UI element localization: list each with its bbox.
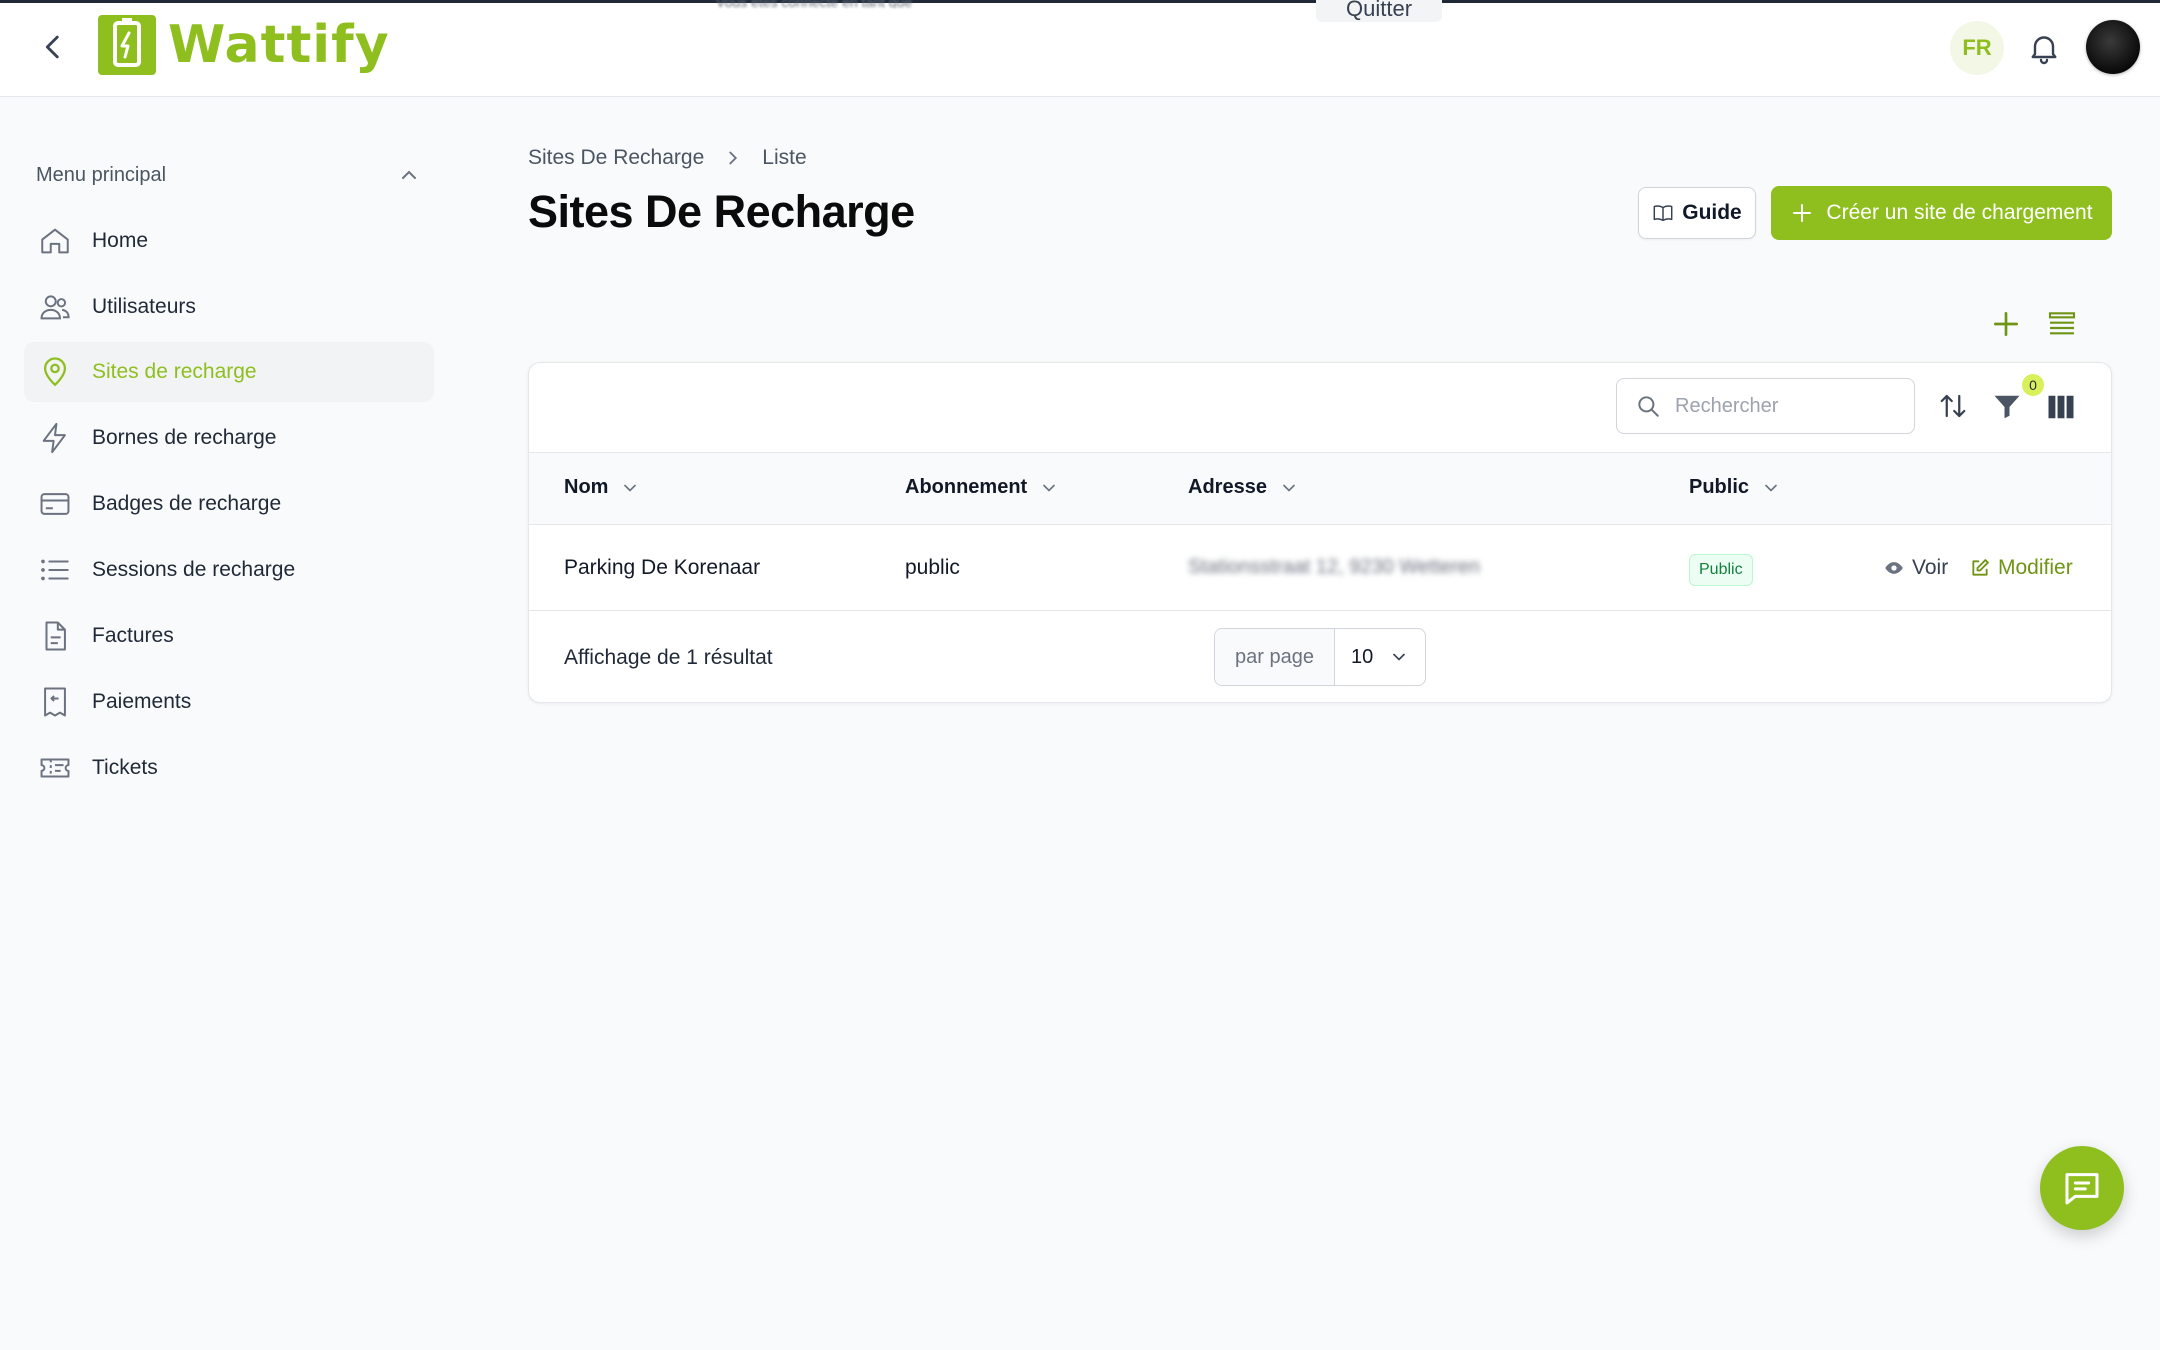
sidebar-item-label: Tickets (92, 756, 158, 779)
row-divider (529, 610, 2111, 611)
users-icon (40, 295, 70, 320)
chevron-down-icon (1393, 653, 1405, 661)
plus-icon (1793, 204, 1812, 222)
column-header-public[interactable]: Public (1689, 476, 1781, 499)
chat-button[interactable] (2040, 1146, 2124, 1230)
create-site-label: Créer un site de chargement (1826, 201, 2093, 224)
chevron-down-icon (1765, 484, 1777, 492)
sidebar-item-label: Paiements (92, 690, 192, 713)
breadcrumb-current: Liste (762, 146, 807, 169)
results-count: Affichage de 1 résultat (564, 646, 773, 669)
brand-logo[interactable]: Wattify (98, 14, 390, 76)
sidebar-item-sites[interactable]: Sites de recharge (24, 342, 434, 402)
plus-icon (1994, 312, 2018, 336)
quit-button[interactable]: Quitter (1316, 0, 1443, 22)
breadcrumb: Sites De Recharge Liste (528, 146, 807, 170)
cell-nom: Parking De Korenaar (564, 556, 761, 579)
page-title: Sites De Recharge (528, 186, 915, 237)
search-icon (1638, 396, 1659, 417)
bell-icon (2031, 36, 2057, 65)
card-icon (40, 493, 70, 515)
sidebar-item-label: Factures (92, 624, 174, 647)
sidebar-item-users[interactable]: Utilisateurs (24, 277, 434, 337)
document-icon (45, 621, 66, 651)
map-pin-icon (43, 357, 67, 387)
guide-button-label: Guide (1682, 201, 1742, 224)
edit-button[interactable]: Modifier (1970, 556, 2073, 580)
column-header-label: Public (1689, 476, 1750, 498)
sidebar-item-chargers[interactable]: Bornes de recharge (24, 408, 434, 468)
table-header (529, 452, 2111, 525)
chevron-left-icon (45, 35, 59, 59)
search-box[interactable] (1616, 378, 1915, 434)
columns-button[interactable] (2046, 392, 2076, 422)
column-header-adresse[interactable]: Adresse (1188, 476, 1299, 499)
sidebar-section-title: Menu principal (36, 163, 167, 186)
sidebar-section-header[interactable]: Menu principal (36, 160, 421, 190)
chevron-right-icon (729, 151, 738, 165)
sidebar-item-label: Badges de recharge (92, 492, 282, 515)
bolt-icon (42, 422, 66, 454)
book-icon (1653, 205, 1673, 222)
sidebar-item-sessions[interactable]: Sessions de recharge (24, 540, 434, 600)
filter-count-badge: 0 (2022, 374, 2044, 396)
sidebar-item-badges[interactable]: Badges de recharge (24, 474, 434, 534)
chat-bubble-icon (2065, 1173, 2099, 1205)
notifications-button[interactable] (2026, 30, 2062, 66)
chevron-down-icon (1043, 484, 1056, 492)
cell-abonnement: public (905, 556, 960, 579)
per-page-label: par page (1215, 629, 1335, 685)
chevron-up-icon (402, 170, 416, 179)
column-header-label: Abonnement (905, 476, 1028, 498)
sort-button[interactable] (1938, 390, 1968, 422)
user-avatar[interactable] (2086, 20, 2140, 74)
column-header-abonnement[interactable]: Abonnement (905, 476, 1059, 499)
view-button-label: Voir (1912, 556, 1949, 579)
column-header-label: Nom (564, 476, 609, 498)
per-page-selector[interactable]: par page 10 (1214, 628, 1426, 686)
edit-icon (1972, 559, 1989, 576)
list-icon (41, 559, 69, 581)
battery-logo-icon (98, 15, 156, 75)
eye-icon (1885, 562, 1903, 574)
sidebar-item-home[interactable]: Home (24, 211, 434, 271)
guide-button[interactable]: Guide (1638, 187, 1756, 239)
column-header-label: Adresse (1188, 476, 1267, 498)
filter-button[interactable] (1992, 392, 2022, 422)
add-view-button[interactable] (1990, 308, 2022, 340)
view-list-button[interactable] (2046, 308, 2078, 340)
search-input[interactable] (1675, 394, 1895, 418)
sidebar-item-label: Home (92, 229, 149, 252)
receipt-icon (44, 687, 66, 717)
sidebar-item-label: Bornes de recharge (92, 426, 277, 449)
per-page-value: 10 (1351, 645, 1374, 668)
column-header-nom[interactable]: Nom (564, 476, 640, 499)
per-page-select[interactable]: 10 (1335, 629, 1425, 685)
columns-icon (2048, 395, 2074, 419)
home-icon (41, 228, 69, 254)
sidebar-item-label: Utilisateurs (92, 295, 196, 318)
view-button[interactable]: Voir (1884, 556, 1948, 580)
brand-name: Wattify (168, 15, 390, 75)
language-switcher[interactable]: FR (1950, 21, 2004, 75)
impersonation-banner: Vous êtes connecté en tant que (716, 0, 913, 8)
edit-button-label: Modifier (1998, 556, 2073, 579)
status-badge: Public (1689, 554, 1753, 586)
sidebar-item-invoices[interactable]: Factures (24, 606, 434, 666)
chevron-down-icon (1283, 484, 1295, 492)
sidebar-item-tickets[interactable]: Tickets (24, 738, 434, 798)
cell-adresse: Stationsstraat 12, 9230 Wetteren (1188, 556, 1481, 578)
funnel-icon (1994, 395, 2020, 419)
sidebar-item-label: Sessions de recharge (92, 558, 296, 581)
stacked-list-icon (2048, 312, 2076, 335)
sort-arrows-icon (1940, 394, 1966, 418)
back-button[interactable] (36, 30, 70, 64)
sidebar-item-payments[interactable]: Paiements (24, 672, 434, 732)
sidebar-item-label: Sites de recharge (92, 360, 257, 383)
chevron-down-icon (624, 484, 637, 492)
breadcrumb-link-sites[interactable]: Sites De Recharge (528, 146, 704, 170)
ticket-icon (40, 758, 70, 778)
create-site-button[interactable]: Créer un site de chargement (1771, 186, 2112, 240)
